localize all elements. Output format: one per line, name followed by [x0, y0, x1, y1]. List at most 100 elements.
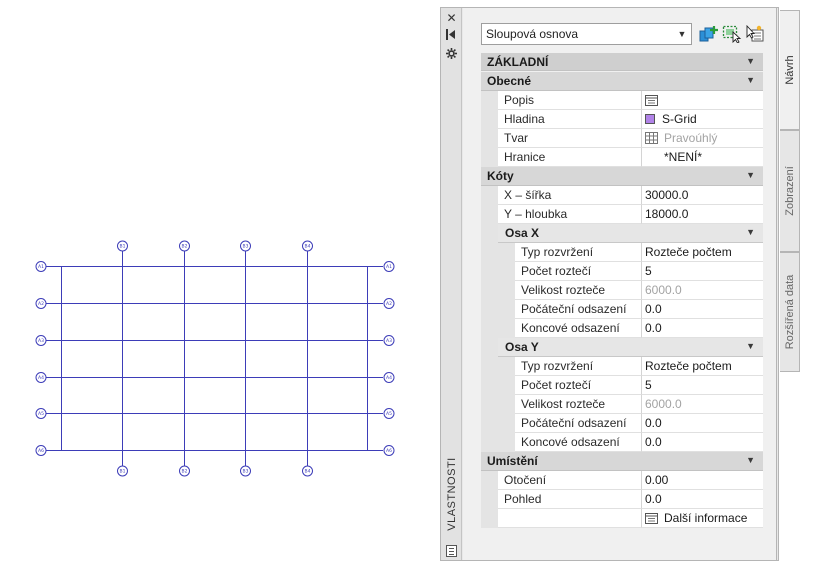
- chevron-down-icon[interactable]: ▼: [746, 56, 755, 66]
- grid-boundary[interactable]: [61, 266, 368, 451]
- shape-value: Pravoúhlý: [664, 131, 718, 145]
- property-row[interactable]: Koncové odsazení 0.0: [481, 319, 763, 338]
- bubble-label: A2: [38, 301, 44, 307]
- property-value[interactable]: 0.0: [642, 414, 763, 433]
- subcategory-label: Osa X: [505, 226, 540, 240]
- property-name: Pohled: [498, 490, 642, 509]
- property-value[interactable]: 0.0: [642, 319, 763, 338]
- subcategory-axis-x[interactable]: Osa X ▼: [481, 224, 763, 243]
- property-name: Popis: [498, 91, 642, 110]
- layer-color-swatch: [645, 114, 655, 124]
- chevron-down-icon[interactable]: ▼: [746, 75, 755, 85]
- property-value: 6000.0: [642, 281, 763, 300]
- chevron-down-icon[interactable]: ▼: [746, 341, 755, 351]
- chevron-down-icon[interactable]: ▼: [746, 227, 755, 237]
- property-row[interactable]: Počáteční odsazení 0.0: [481, 300, 763, 319]
- property-value[interactable]: 30000.0: [642, 186, 763, 205]
- more-info-label: Další informace: [664, 511, 748, 525]
- property-value[interactable]: 5: [642, 376, 763, 395]
- palette-titlebar[interactable]: ✕ VLASTNOSTI: [441, 8, 462, 560]
- auto-hide-icon[interactable]: [444, 29, 459, 43]
- property-row[interactable]: Koncové odsazení 0.0: [481, 433, 763, 452]
- property-value[interactable]: 0.0: [642, 300, 763, 319]
- property-row[interactable]: Počet roztečí 5: [481, 376, 763, 395]
- bubble-label: A5: [38, 411, 44, 417]
- property-value[interactable]: 5: [642, 262, 763, 281]
- row-bubble-right[interactable]: A1 A2 A3 A4 A5 A6: [383, 261, 395, 456]
- property-value[interactable]: S-Grid: [642, 110, 763, 129]
- tab-design[interactable]: Návrh: [780, 10, 800, 130]
- property-name: Počet roztečí: [515, 376, 642, 395]
- chevron-down-icon[interactable]: ▼: [746, 455, 755, 465]
- property-value[interactable]: *NENÍ*: [642, 148, 763, 167]
- column-bubble-bottom[interactable]: B1 B2 B3 B4: [117, 465, 313, 477]
- property-value[interactable]: 0.0: [642, 433, 763, 452]
- category-general[interactable]: Obecné ▼: [481, 72, 763, 91]
- tab-display[interactable]: Zobrazení: [780, 130, 800, 252]
- property-row[interactable]: Velikost rozteče 6000.0: [481, 395, 763, 414]
- drawing-canvas[interactable]: B1 B2 B3 B4 B1 B2 B3 B4 A1 A2 A3 A4 A5 A…: [0, 0, 440, 569]
- close-icon[interactable]: ✕: [444, 11, 459, 25]
- property-name: Počáteční odsazení: [515, 414, 642, 433]
- property-value[interactable]: Rozteče počtem: [642, 357, 763, 376]
- property-name: Y – hloubka: [498, 205, 642, 224]
- property-name: Hranice: [498, 148, 642, 167]
- chevron-down-icon[interactable]: ▼: [675, 27, 689, 41]
- property-name: Otočení: [498, 471, 642, 490]
- property-value[interactable]: Rozteče počtem: [642, 243, 763, 262]
- category-location[interactable]: Umístění ▼: [481, 452, 763, 471]
- chevron-down-icon[interactable]: ▼: [746, 170, 755, 180]
- description-icon[interactable]: [645, 95, 658, 106]
- bubble-label: A2: [386, 301, 392, 307]
- bubble-label: B3: [243, 244, 249, 250]
- category-basic[interactable]: ZÁKLADNÍ ▼: [481, 53, 763, 71]
- property-row[interactable]: Počáteční odsazení 0.0: [481, 414, 763, 433]
- more-info-button[interactable]: Další informace: [642, 509, 763, 528]
- property-row[interactable]: Hranice *NENÍ*: [481, 148, 763, 167]
- category-label: ZÁKLADNÍ: [487, 55, 549, 69]
- bubble-label: B2: [182, 244, 188, 250]
- property-name: Koncové odsazení: [515, 319, 642, 338]
- property-row[interactable]: Počet roztečí 5: [481, 262, 763, 281]
- style-select[interactable]: Sloupová osnova ▼: [481, 23, 692, 45]
- grid-shape-icon: [645, 132, 658, 144]
- layer-name: S-Grid: [662, 112, 697, 126]
- column-bubble-top[interactable]: B1 B2 B3 B4: [117, 240, 313, 252]
- property-name: Typ rozvržení: [515, 357, 642, 376]
- property-row[interactable]: Tvar Pravoúhlý: [481, 129, 763, 148]
- property-name: Hladina: [498, 110, 642, 129]
- property-value[interactable]: 18000.0: [642, 205, 763, 224]
- property-value[interactable]: 0.00: [642, 471, 763, 490]
- more-info-row[interactable]: Další informace: [481, 509, 763, 528]
- row-bubble-left[interactable]: A1 A2 A3 A4 A5 A6: [35, 261, 47, 456]
- property-value[interactable]: [642, 91, 763, 110]
- property-row[interactable]: Hladina S-Grid: [481, 110, 763, 129]
- category-label: Umístění: [487, 454, 538, 468]
- bubble-label: B4: [305, 244, 311, 250]
- property-row[interactable]: X – šířka 30000.0: [481, 186, 763, 205]
- column-grid[interactable]: [46, 251, 383, 466]
- property-row[interactable]: Y – hloubka 18000.0: [481, 205, 763, 224]
- quick-select-icon[interactable]: [722, 25, 742, 43]
- bubble-label: A6: [386, 448, 392, 454]
- add-selection-icon[interactable]: [699, 25, 719, 43]
- tab-label: Návrh: [783, 55, 796, 85]
- subcategory-axis-y[interactable]: Osa Y ▼: [481, 338, 763, 357]
- property-row[interactable]: Pohled 0.0: [481, 490, 763, 509]
- property-row[interactable]: Otočení 0.00: [481, 471, 763, 490]
- bubble-label: B1: [120, 244, 126, 250]
- category-dimensions[interactable]: Kóty ▼: [481, 167, 763, 186]
- property-row[interactable]: Typ rozvržení Rozteče počtem: [481, 357, 763, 376]
- gear-icon[interactable]: [444, 48, 459, 62]
- property-name: Velikost rozteče: [515, 395, 642, 414]
- select-objects-icon[interactable]: [745, 25, 765, 43]
- bubble-label: B1: [120, 469, 126, 475]
- property-row[interactable]: Velikost rozteče 6000.0: [481, 281, 763, 300]
- property-value[interactable]: 0.0: [642, 490, 763, 509]
- properties-icon[interactable]: [446, 545, 457, 557]
- property-row[interactable]: Popis: [481, 91, 763, 110]
- tab-extended-data[interactable]: Rozšířená data: [780, 252, 800, 372]
- properties-palette: ✕ VLASTNOSTI Sloupová osnova ▼ ZÁKLADNÍ …: [440, 7, 800, 561]
- tab-label: Zobrazení: [783, 166, 796, 216]
- property-row[interactable]: Typ rozvržení Rozteče počtem: [481, 243, 763, 262]
